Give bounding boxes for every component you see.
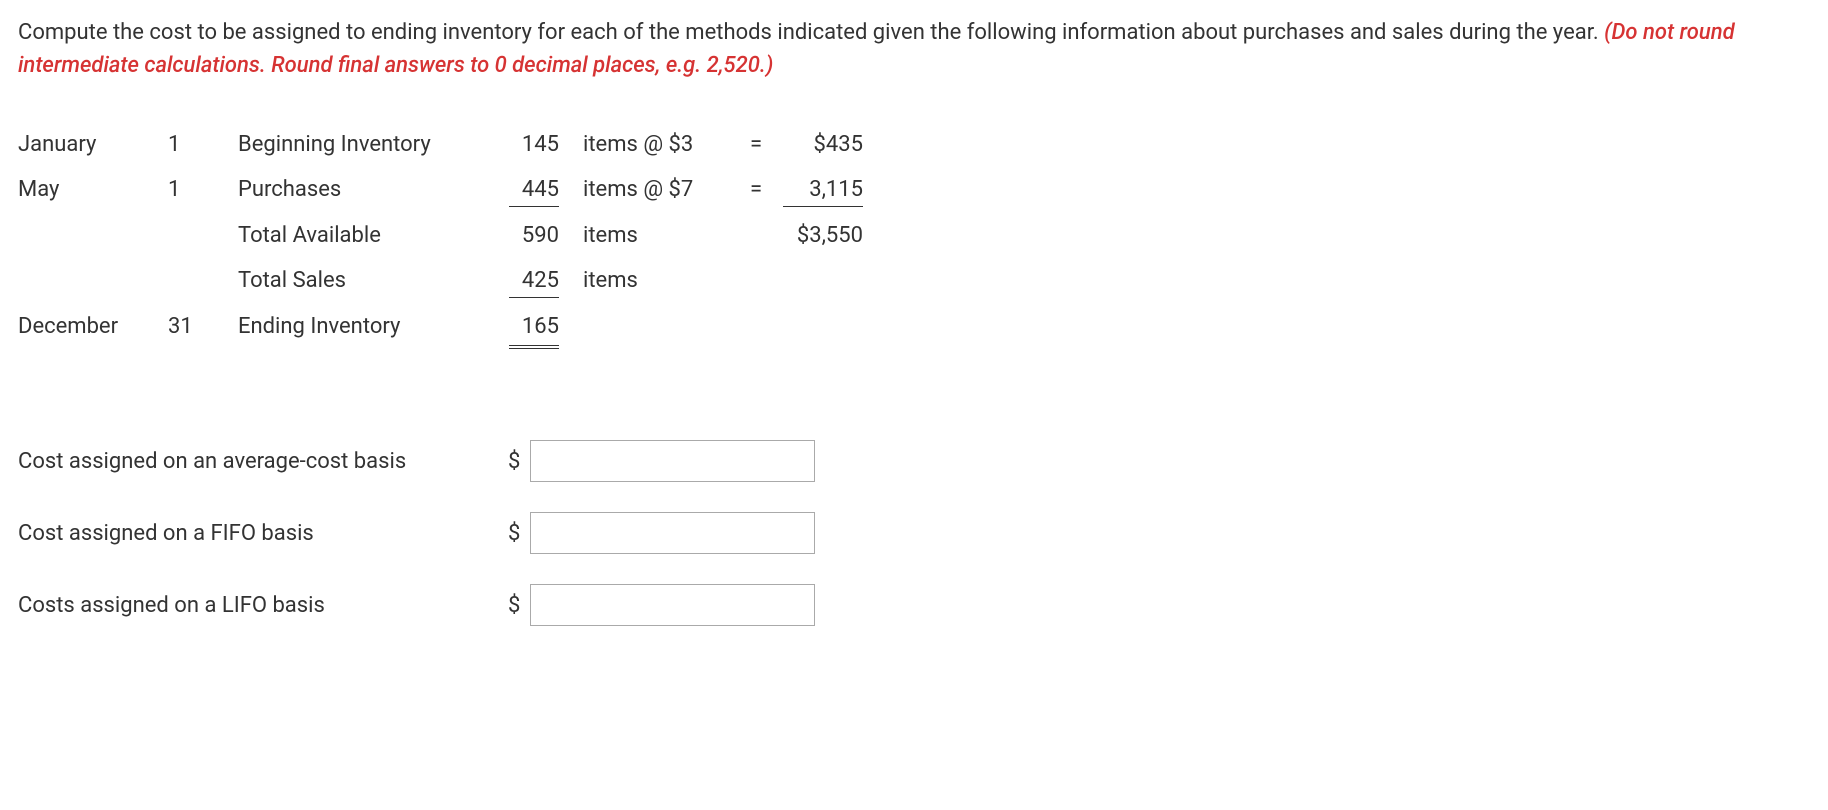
instruction-text: Compute the cost to be assigned to endin… [18,20,1604,45]
avg-cost-input[interactable] [530,440,815,482]
desc-cell: Ending Inventory [238,304,508,355]
answer-row-lifo: Costs assigned on a LIFO basis $ [18,569,825,641]
equals-cell: = [743,122,783,167]
avg-cost-label: Cost assigned on an average-cost basis [18,425,498,497]
dollar-sign: $ [498,497,530,569]
inventory-data-table: January 1 Beginning Inventory 145 items … [18,122,877,355]
amount-cell: $435 [783,122,877,167]
answer-row-average: Cost assigned on an average-cost basis $ [18,425,825,497]
items-label-cell: items @ $7 [573,167,743,213]
lifo-input[interactable] [530,584,815,626]
qty-cell: 165 [508,304,573,355]
dollar-sign: $ [498,425,530,497]
month-cell: December [18,304,168,355]
qty-cell: 425 [508,258,573,304]
fifo-input[interactable] [530,512,815,554]
table-row: Total Available 590 items $3,550 [18,213,877,258]
amount-cell: 3,115 [783,167,877,213]
month-cell: January [18,122,168,167]
fifo-label: Cost assigned on a FIFO basis [18,497,498,569]
amount-cell: $3,550 [783,213,877,258]
desc-cell: Beginning Inventory [238,122,508,167]
qty-cell: 145 [508,122,573,167]
desc-cell: Purchases [238,167,508,213]
desc-cell: Total Available [238,213,508,258]
table-row: Total Sales 425 items [18,258,877,304]
qty-cell: 445 [508,167,573,213]
instruction-block: Compute the cost to be assigned to endin… [18,16,1808,82]
answers-table: Cost assigned on an average-cost basis $… [18,425,825,641]
table-row: May 1 Purchases 445 items @ $7 = 3,115 [18,167,877,213]
lifo-label: Costs assigned on a LIFO basis [18,569,498,641]
items-label-cell: items [573,258,743,304]
table-row: January 1 Beginning Inventory 145 items … [18,122,877,167]
items-label-cell: items @ $3 [573,122,743,167]
answer-row-fifo: Cost assigned on a FIFO basis $ [18,497,825,569]
equals-cell: = [743,167,783,213]
day-cell: 1 [168,167,238,213]
qty-cell: 590 [508,213,573,258]
items-label-cell: items [573,213,743,258]
day-cell: 1 [168,122,238,167]
dollar-sign: $ [498,569,530,641]
month-cell: May [18,167,168,213]
table-row: December 31 Ending Inventory 165 [18,304,877,355]
desc-cell: Total Sales [238,258,508,304]
day-cell: 31 [168,304,238,355]
